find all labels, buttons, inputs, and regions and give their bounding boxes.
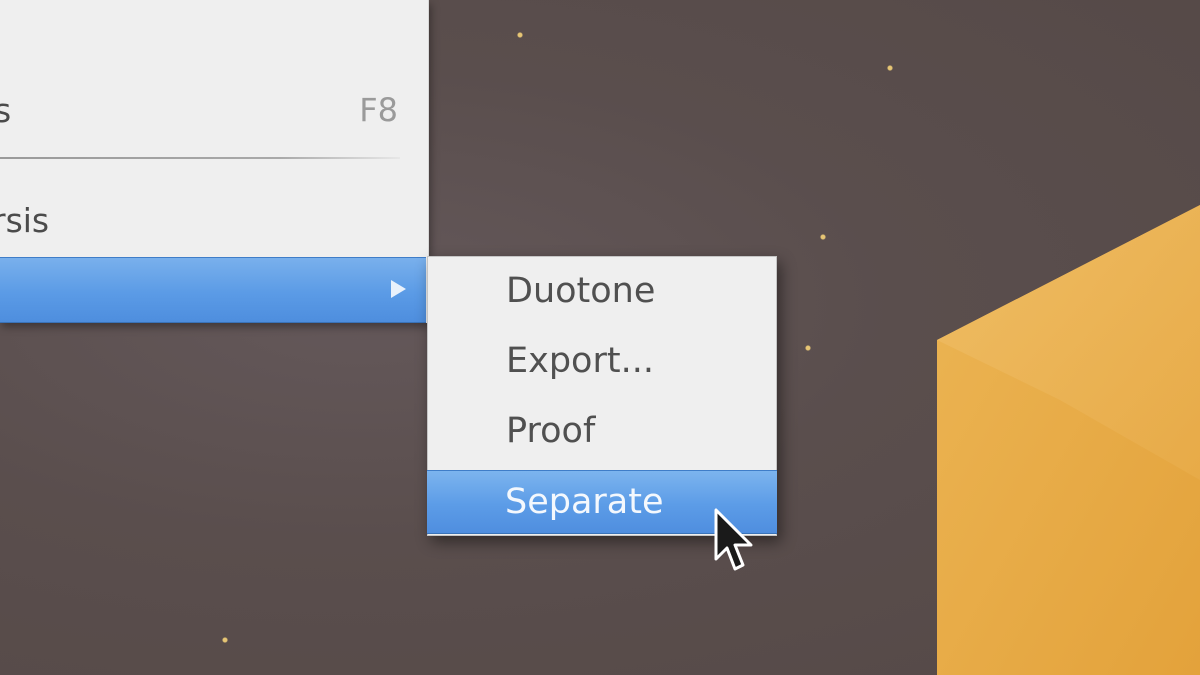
submenu-item-label: Separate <box>505 482 664 522</box>
context-menu: s F8 rsis <box>0 0 429 323</box>
submenu-item-proof[interactable]: Proof <box>428 399 776 463</box>
menu-item-shortcut: F8 <box>359 91 398 129</box>
menu-separator <box>0 157 400 159</box>
menu-item-label: rsis <box>0 200 50 240</box>
submenu-item-label: Duotone <box>506 271 656 311</box>
menu-item-highlighted-submenu[interactable] <box>0 257 426 323</box>
menu-item-partial[interactable]: s F8 <box>0 80 428 140</box>
submenu-item-duotone[interactable]: Duotone <box>428 259 776 323</box>
submenu-item-separate[interactable]: Separate <box>427 470 777 534</box>
menu-item-label: s <box>0 91 11 130</box>
menu-item-partial-2[interactable]: rsis <box>0 190 428 250</box>
submenu-arrow-icon <box>391 280 406 298</box>
submenu-item-label: Export... <box>506 341 654 381</box>
submenu: Duotone Export... Proof Separate <box>427 256 777 536</box>
submenu-item-export[interactable]: Export... <box>428 329 776 393</box>
submenu-item-label: Proof <box>506 411 596 451</box>
